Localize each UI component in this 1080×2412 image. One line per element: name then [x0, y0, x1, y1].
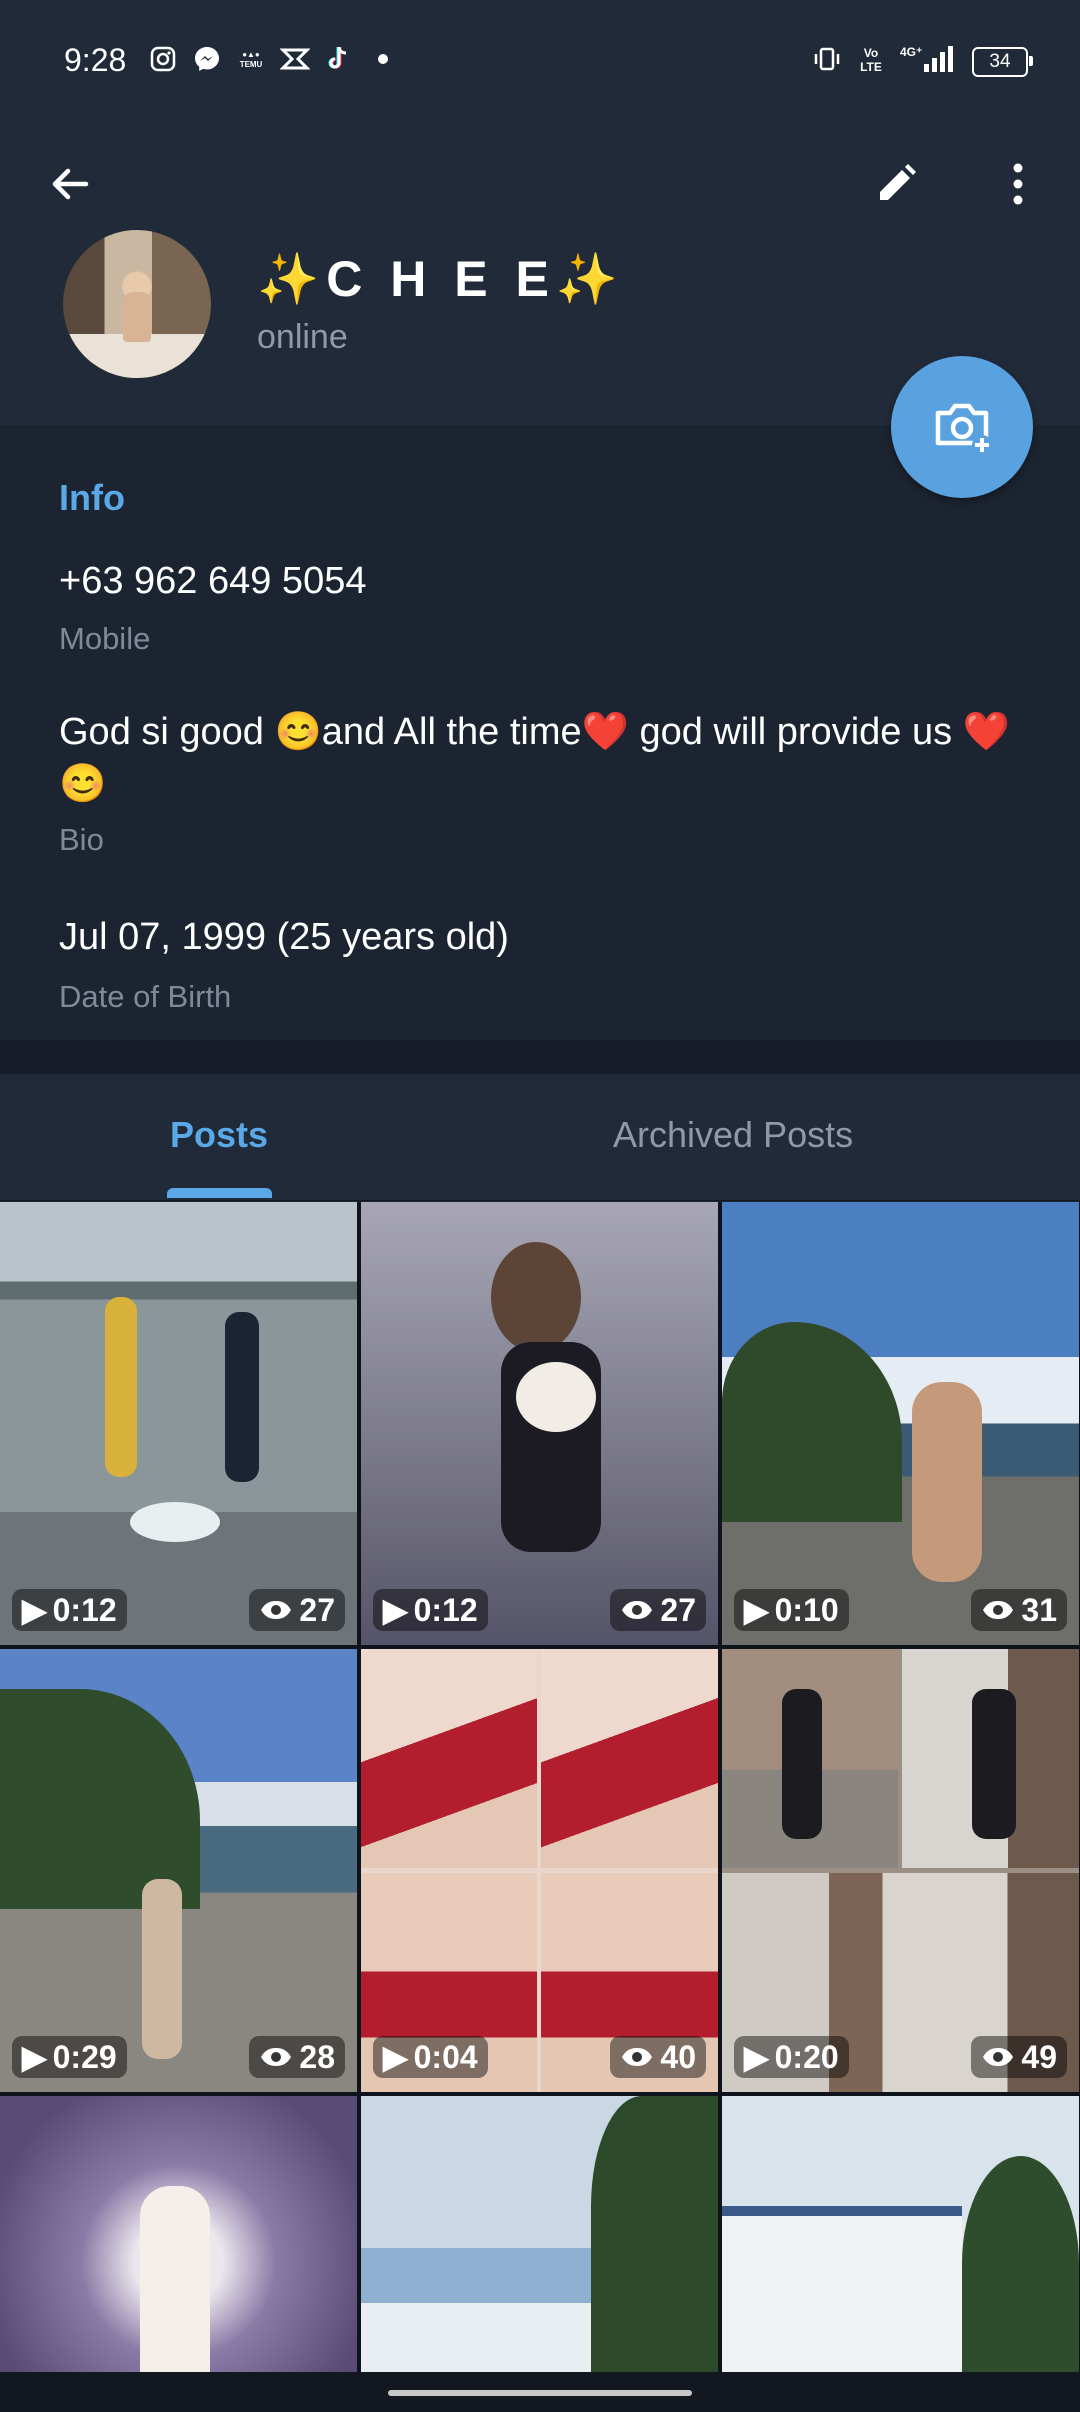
more-options-button[interactable] [982, 148, 1054, 220]
views-badge: 27 [249, 1589, 345, 1631]
bio-label: Bio [59, 822, 104, 857]
set-photo-button[interactable] [891, 356, 1033, 498]
svg-text:●▲●: ●▲● [242, 50, 260, 59]
duration-badge: ▶ 0:12 [12, 1589, 127, 1631]
dot-icon [368, 44, 398, 74]
birthday-text[interactable]: Jul 07, 1999 (25 years old) [59, 911, 1039, 963]
svg-text:LTE: LTE [860, 60, 882, 74]
info-section: Info +63 962 649 5054 Mobile God si good… [0, 425, 1080, 1040]
eye-icon [981, 2039, 1015, 2076]
svg-text:4G⁺: 4G⁺ [900, 45, 922, 59]
system-indicators: Vo LTE 4G⁺ 34 [812, 44, 1033, 79]
svg-text:Vo: Vo [864, 46, 878, 60]
post-thumbnail[interactable]: ▶ 0:04 40 [361, 1649, 718, 2092]
tiktok-icon [324, 44, 354, 74]
info-title: Info [59, 477, 125, 518]
play-icon: ▶ [383, 1592, 408, 1628]
post-thumbnail[interactable]: ▶ 0:20 49 [722, 1649, 1079, 2092]
duration-badge: ▶ 0:29 [12, 2036, 127, 2078]
post-thumbnail[interactable]: ▶ 0:12 27 [0, 1202, 357, 1645]
section-divider [0, 1040, 1080, 1074]
signal-4g-icon: 4G⁺ [900, 44, 956, 79]
eye-icon [259, 1592, 293, 1629]
status-bar: 9:28 ●▲● TEMU Vo LTE 4G⁺ 34 [0, 0, 1080, 125]
eye-icon [620, 2039, 654, 2076]
avatar[interactable] [63, 230, 211, 378]
online-status: online [257, 318, 348, 356]
posts-grid: ▶ 0:12 27 ▶ 0:12 27 ▶ 0:10 31 ▶ 0:29 28 ▶ 0:0… [0, 1202, 1080, 2372]
duration-badge: ▶ 0:10 [734, 1589, 849, 1631]
profile-name: ✨C H E E✨ [257, 251, 626, 307]
play-icon: ▶ [744, 2039, 769, 2075]
media-tabs: Posts Archived Posts [0, 1074, 1080, 1201]
bio-text[interactable]: God si good 😊and All the time❤️ god will… [59, 706, 1039, 810]
status-time: 9:28 [64, 42, 127, 78]
play-icon: ▶ [383, 2039, 408, 2075]
eye-icon [981, 1592, 1015, 1629]
tab-archived-posts[interactable]: Archived Posts [613, 1114, 853, 1156]
home-indicator[interactable] [388, 2390, 692, 2396]
svg-text:TEMU: TEMU [240, 60, 263, 69]
instagram-icon [148, 44, 178, 74]
post-thumbnail[interactable]: ▶ 0:12 27 [361, 1202, 718, 1645]
tab-indicator [167, 1188, 272, 1198]
more-vertical-icon [1013, 163, 1023, 205]
post-thumbnail[interactable]: ▶ 0:10 31 [722, 1202, 1079, 1645]
views-badge: 27 [610, 1589, 706, 1631]
notification-icons: ●▲● TEMU [148, 44, 398, 74]
post-thumbnail[interactable]: ▶ 0:29 28 [0, 1649, 357, 2092]
play-icon: ▶ [22, 2039, 47, 2075]
back-button[interactable] [34, 148, 106, 220]
phone-label: Mobile [59, 621, 151, 656]
post-thumbnail[interactable] [722, 2096, 1079, 2372]
volte-icon: Vo LTE [858, 44, 884, 79]
tab-posts[interactable]: Posts [170, 1114, 268, 1156]
battery-icon: 34 [972, 46, 1033, 77]
edit-button[interactable] [860, 148, 932, 220]
arrow-back-icon [52, 168, 89, 200]
duration-badge: ▶ 0:12 [373, 1589, 488, 1631]
views-badge: 40 [610, 2036, 706, 2078]
capcut-icon [280, 44, 310, 74]
eye-icon [259, 2039, 293, 2076]
phone-number[interactable]: +63 962 649 5054 [59, 555, 1039, 607]
duration-badge: ▶ 0:04 [373, 2036, 488, 2078]
views-badge: 49 [971, 2036, 1067, 2078]
vibrate-icon [812, 44, 842, 79]
play-icon: ▶ [744, 1592, 769, 1628]
views-badge: 28 [249, 2036, 345, 2078]
gesture-nav-bar [0, 2372, 1080, 2412]
views-badge: 31 [971, 1589, 1067, 1631]
add-photo-camera-icon [935, 403, 992, 455]
duration-badge: ▶ 0:20 [734, 2036, 849, 2078]
temu-icon: ●▲● TEMU [236, 44, 266, 74]
pencil-icon [880, 164, 916, 200]
messenger-icon [192, 44, 222, 74]
play-icon: ▶ [22, 1592, 47, 1628]
eye-icon [620, 1592, 654, 1629]
post-thumbnail[interactable] [0, 2096, 357, 2372]
post-thumbnail[interactable] [361, 2096, 718, 2372]
birthday-label: Date of Birth [59, 979, 232, 1014]
